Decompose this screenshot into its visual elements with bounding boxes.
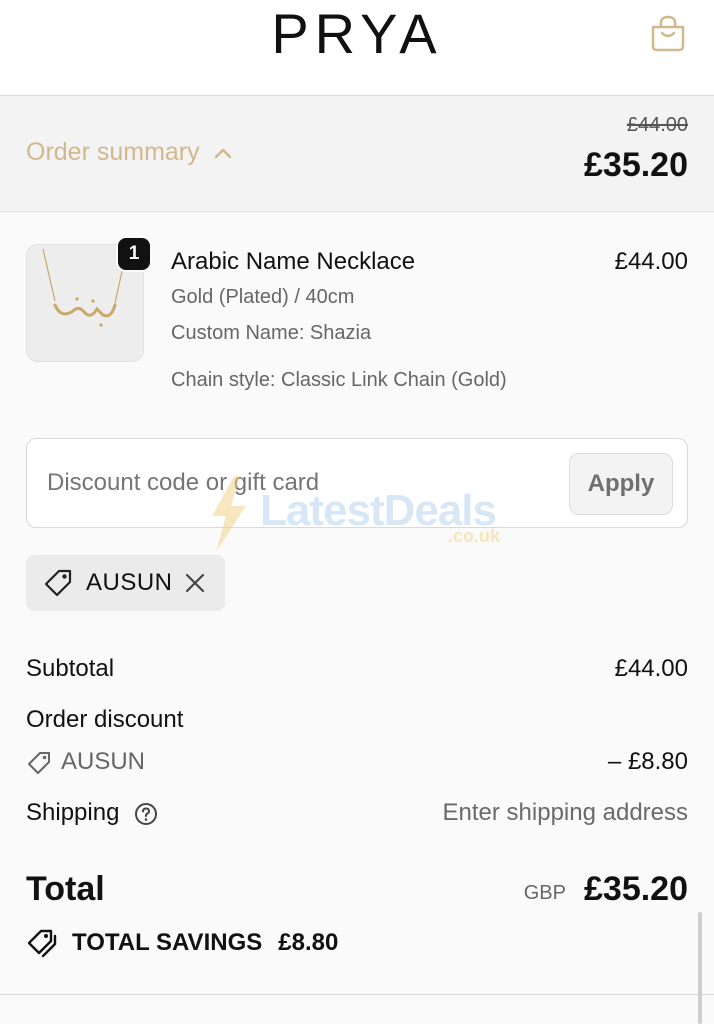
product-variant: Gold (Plated) / 40cm [171,286,355,308]
subtotal-row: Subtotal £44.00 [26,655,688,683]
apply-button[interactable]: Apply [569,453,673,515]
brand-logo[interactable]: PRYA [0,6,714,62]
applied-discount-chip: AUSUN [26,555,225,611]
shipping-label: Shipping [26,799,120,826]
savings-value: £8.80 [278,929,339,956]
product-custom-name: Custom Name: Shazia [171,322,372,344]
order-summary-toggle[interactable]: Order summary [26,138,232,167]
order-summary-bar: Order summary £44.00 £35.20 [0,96,714,212]
summary-total: £35.20 [584,146,688,184]
discount-code-input[interactable] [47,463,567,503]
total-row: Total GBP £35.20 [26,868,688,912]
shipping-value: Enter shipping address [442,799,688,826]
order-discount-label: Order discount [26,706,184,733]
close-icon[interactable] [181,569,209,597]
order-summary-label: Order summary [26,138,200,166]
watermark-subtext: .co.uk [448,526,501,546]
discount-value: – £8.80 [607,748,688,775]
original-total: £44.00 [626,114,688,136]
shopping-bag-icon[interactable] [646,12,690,56]
savings-label: TOTAL SAVINGS [72,929,263,956]
total-label: Total [26,870,105,908]
tag-icon [44,569,72,597]
discount-code-label: AUSUN [61,748,146,775]
total-savings: TOTAL SAVINGS £8.80 [26,928,338,958]
product-chain-style: Chain style: Classic Link Chain (Gold) [171,369,507,391]
total-value: £35.20 [584,870,688,908]
tags-icon [27,929,57,958]
quantity-badge: 1 [116,236,152,272]
divider [0,994,714,995]
shipping-row: Shipping Enter shipping address [26,799,688,827]
product-line-item: 1 Arabic Name Necklace £44.00 Gold (Plat… [26,236,688,404]
total-currency: GBP [523,882,566,904]
discount-field-container: Apply [26,438,688,528]
scrollbar[interactable] [698,912,702,1024]
tag-icon [28,752,50,774]
product-title: Arabic Name Necklace [171,248,416,275]
product-price: £44.00 [614,248,688,275]
header: PRYA [0,0,714,96]
chevron-up-icon [214,148,231,158]
subtotal-label: Subtotal [26,655,115,682]
applied-code-label: AUSUN [86,569,173,596]
help-icon[interactable] [134,802,158,826]
subtotal-value: £44.00 [614,655,688,682]
order-discount-row: Order discount [26,706,688,734]
